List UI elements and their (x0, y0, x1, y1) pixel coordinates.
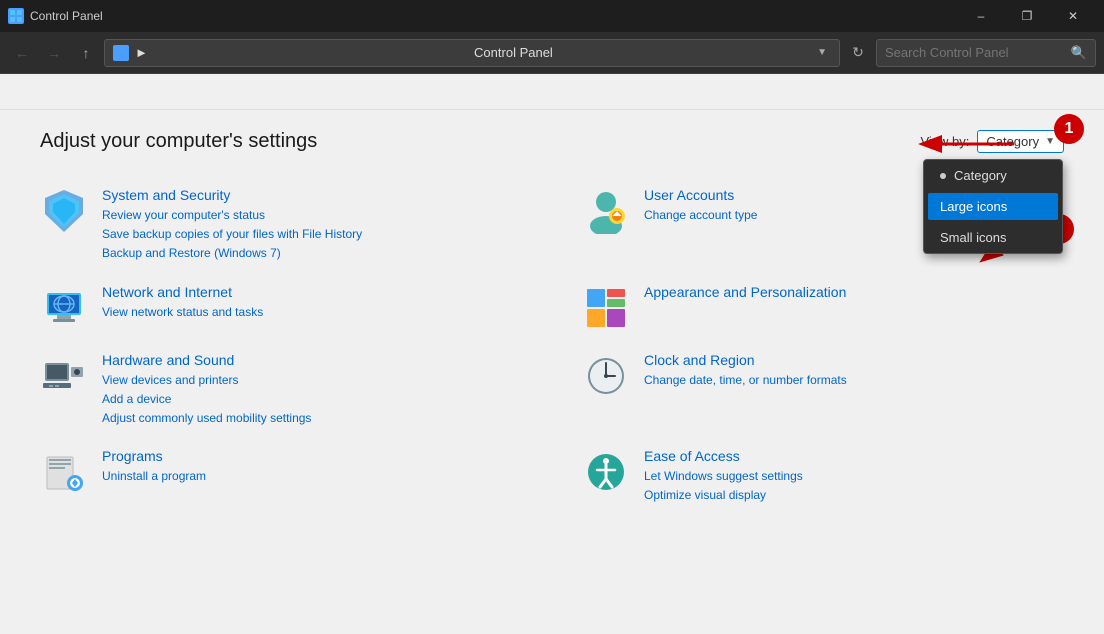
user-accounts-icon (582, 187, 630, 235)
programs-link-1[interactable]: Uninstall a program (102, 467, 522, 486)
ease-link-1[interactable]: Let Windows suggest settings (644, 467, 1064, 486)
search-input[interactable] (885, 45, 1071, 60)
programs-icon (40, 448, 88, 496)
dropdown-category-label: Category (954, 168, 1007, 183)
dropdown-large-icons-label: Large icons (940, 199, 1007, 214)
forward-button[interactable]: → (40, 39, 68, 67)
hardware-content: Hardware and Sound View devices and prin… (102, 352, 522, 429)
address-field[interactable]: ► Control Panel ▼ (104, 39, 840, 67)
category-system-security: System and Security Review your computer… (40, 177, 522, 274)
category-hardware: Hardware and Sound View devices and prin… (40, 342, 522, 439)
appearance-icon (582, 284, 630, 332)
clock-link-1[interactable]: Change date, time, or number formats (644, 371, 1064, 390)
minimize-button[interactable]: – (958, 0, 1004, 32)
dropdown-item-small-icons[interactable]: Small icons (924, 222, 1062, 253)
clock-content: Clock and Region Change date, time, or n… (644, 352, 1064, 390)
system-security-title[interactable]: System and Security (102, 187, 522, 203)
app-icon (8, 8, 24, 24)
network-content: Network and Internet View network status… (102, 284, 522, 322)
ease-icon (582, 448, 630, 496)
title-bar: Control Panel – ❐ ✕ (0, 0, 1104, 32)
clock-icon (582, 352, 630, 400)
network-icon (40, 284, 88, 332)
hardware-link-1[interactable]: View devices and printers (102, 371, 522, 390)
page-title: Adjust your computer's settings (40, 130, 1064, 153)
up-button[interactable]: ↑ (72, 39, 100, 67)
toolbar-strip (0, 74, 1104, 110)
system-security-link-2[interactable]: Save backup copies of your files with Fi… (102, 225, 522, 244)
ease-link-2[interactable]: Optimize visual display (644, 486, 1064, 505)
search-icon: 🔍 (1071, 45, 1087, 61)
address-path: Control Panel (474, 45, 807, 60)
dropdown-item-category[interactable]: Category (924, 160, 1062, 191)
system-security-link-3[interactable]: Backup and Restore (Windows 7) (102, 244, 522, 263)
system-security-content: System and Security Review your computer… (102, 187, 522, 264)
ease-title[interactable]: Ease of Access (644, 448, 1064, 464)
category-programs: Programs Uninstall a program (40, 438, 522, 515)
view-by-dropdown-menu: Category Large icons Small icons (923, 159, 1063, 254)
network-title[interactable]: Network and Internet (102, 284, 522, 300)
programs-content: Programs Uninstall a program (102, 448, 522, 486)
dropdown-arrow-icon: ▼ (1045, 136, 1055, 147)
ease-content: Ease of Access Let Windows suggest setti… (644, 448, 1064, 505)
category-ease: Ease of Access Let Windows suggest setti… (582, 438, 1064, 515)
annotation-circle-1: 1 (1054, 114, 1084, 144)
dot-icon (940, 173, 946, 179)
content-area: Adjust your computer's settings View by:… (0, 74, 1104, 634)
address-separator: ► (135, 45, 468, 60)
appearance-content: Appearance and Personalization (644, 284, 1064, 303)
search-box[interactable]: 🔍 (876, 39, 1096, 67)
close-button[interactable]: ✕ (1050, 0, 1096, 32)
window-title: Control Panel (30, 9, 952, 23)
main-panel: Adjust your computer's settings View by:… (0, 110, 1104, 536)
system-security-link-1[interactable]: Review your computer's status (102, 206, 522, 225)
refresh-button[interactable]: ↻ (844, 39, 872, 67)
clock-title[interactable]: Clock and Region (644, 352, 1064, 368)
dropdown-item-large-icons[interactable]: Large icons (928, 193, 1058, 220)
hardware-icon (40, 352, 88, 400)
category-network: Network and Internet View network status… (40, 274, 522, 342)
address-dropdown-arrow[interactable]: ▼ (813, 47, 831, 58)
hardware-title[interactable]: Hardware and Sound (102, 352, 522, 368)
hardware-link-2[interactable]: Add a device (102, 390, 522, 409)
category-clock: Clock and Region Change date, time, or n… (582, 342, 1064, 439)
appearance-title[interactable]: Appearance and Personalization (644, 284, 1064, 300)
category-appearance: Appearance and Personalization (582, 274, 1064, 342)
programs-title[interactable]: Programs (102, 448, 522, 464)
address-bar: ← → ↑ ► Control Panel ▼ ↻ 🔍 (0, 32, 1104, 74)
address-folder-icon (113, 45, 129, 61)
system-security-icon (40, 187, 88, 235)
categories-grid: System and Security Review your computer… (40, 177, 1064, 516)
dropdown-small-icons-label: Small icons (940, 230, 1006, 245)
back-button[interactable]: ← (8, 39, 36, 67)
restore-button[interactable]: ❐ (1004, 0, 1050, 32)
network-link-1[interactable]: View network status and tasks (102, 303, 522, 322)
hardware-link-3[interactable]: Adjust commonly used mobility settings (102, 409, 522, 428)
window-controls: – ❐ ✕ (958, 0, 1096, 32)
